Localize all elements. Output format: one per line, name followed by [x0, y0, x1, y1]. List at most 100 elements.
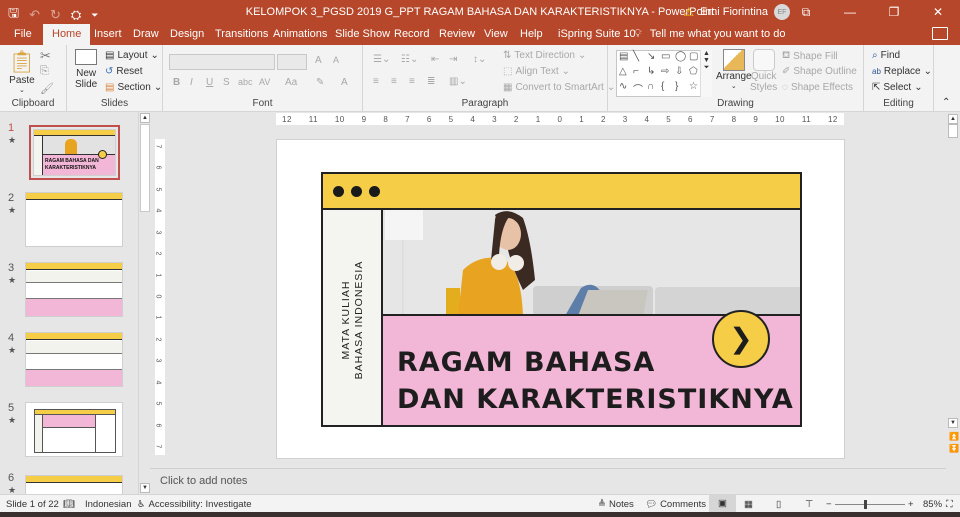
- restore-button[interactable]: ❐: [872, 0, 916, 24]
- cut-icon[interactable]: ✂: [40, 48, 51, 64]
- shapes-gallery[interactable]: ▤ ╲ ↘ ▭ ◯ ▢ △ ⌐ ↳ ⇨ ⇩ ⬠ ∿ ⌒ ∩{} ☆: [616, 50, 712, 97]
- language-indicator[interactable]: Indonesian: [85, 499, 131, 510]
- thumbnail[interactable]: [25, 475, 123, 495]
- zoom-level[interactable]: 85%: [923, 499, 942, 510]
- reading-view-button[interactable]: ▯: [776, 499, 781, 510]
- ribbon-display-icon[interactable]: ⧉: [784, 0, 828, 24]
- previous-slide-icon[interactable]: ⏫: [949, 432, 959, 441]
- spell-check-icon[interactable]: 📖︎: [63, 499, 75, 510]
- shape-option-icon[interactable]: ↳: [647, 66, 661, 81]
- font-name-combo[interactable]: [169, 54, 275, 70]
- user-account[interactable]: ⚠ Erni Fiorintina EF: [683, 4, 790, 20]
- reset-button[interactable]: ↺ Reset: [105, 66, 143, 77]
- convert-smartart-button[interactable]: ▦ Convert to SmartArt ⌄: [503, 82, 615, 93]
- columns-icon[interactable]: ▥⌄: [449, 76, 467, 87]
- tab-ispring[interactable]: iSpring Suite 10: [552, 24, 642, 45]
- thumbnail[interactable]: [25, 332, 123, 387]
- bullets-icon[interactable]: ☰⌄: [373, 54, 390, 65]
- tab-design[interactable]: Design: [164, 24, 210, 45]
- thumbnail[interactable]: RAGAM BAHASA DAN KARAKTERISTIKNYA: [29, 125, 120, 180]
- thumbnail[interactable]: [25, 262, 123, 317]
- thumbnail[interactable]: [25, 192, 123, 247]
- collapse-ribbon-icon[interactable]: ⌃: [942, 97, 950, 108]
- line-spacing-icon[interactable]: ↕⌄: [473, 54, 486, 65]
- comments-toggle[interactable]: 💬︎ Comments: [645, 499, 706, 510]
- underline-button[interactable]: U: [206, 77, 213, 88]
- align-left-icon[interactable]: ≡: [373, 76, 379, 87]
- course-label[interactable]: MATA KULIAH BAHASA INDONESIA: [340, 261, 366, 380]
- tab-record[interactable]: Record: [388, 24, 435, 45]
- warning-icon[interactable]: ⚠: [683, 5, 694, 19]
- normal-view-button[interactable]: ▣: [709, 495, 736, 512]
- user-name[interactable]: Erni Fiorintina: [700, 6, 768, 18]
- tab-transitions[interactable]: Transitions: [209, 24, 274, 45]
- tell-me-search[interactable]: 💡︎ Tell me what you want to do: [634, 24, 785, 45]
- tab-animations[interactable]: Animations: [267, 24, 333, 45]
- copy-icon[interactable]: ⎘: [40, 65, 49, 78]
- shape-option-icon[interactable]: ∩: [647, 81, 661, 96]
- shape-option-icon[interactable]: ⇨: [661, 66, 675, 81]
- tab-draw[interactable]: Draw: [127, 24, 165, 45]
- format-painter-icon[interactable]: 🖌︎: [40, 82, 54, 95]
- tab-slide-show[interactable]: Slide Show: [329, 24, 396, 45]
- tab-home[interactable]: Home: [43, 24, 91, 45]
- scroll-up-button[interactable]: ▲: [948, 114, 958, 124]
- paste-button[interactable]: 📋︎ Paste ⌄: [8, 49, 36, 94]
- align-right-icon[interactable]: ≡: [409, 76, 415, 87]
- shape-option-icon[interactable]: ∿: [619, 81, 633, 96]
- zoom-slider[interactable]: [835, 504, 905, 505]
- scroll-down-button[interactable]: ▼: [948, 418, 958, 428]
- strikethrough-button[interactable]: abc: [238, 77, 253, 87]
- scrollbar-thumb[interactable]: [948, 124, 958, 138]
- change-case-button[interactable]: Aa: [285, 77, 297, 88]
- font-color-button[interactable]: A: [341, 77, 348, 88]
- shape-option-icon[interactable]: {: [661, 81, 675, 96]
- tab-insert[interactable]: Insert: [88, 24, 128, 45]
- bold-button[interactable]: B: [173, 77, 180, 88]
- tab-view[interactable]: View: [478, 24, 514, 45]
- shape-option-icon[interactable]: ⌒: [633, 81, 647, 96]
- editor-scrollbar[interactable]: ▲ ▼ ⏫ ⏬: [946, 112, 960, 494]
- close-button[interactable]: ✕: [916, 0, 960, 24]
- highlight-icon[interactable]: ✎: [316, 77, 324, 88]
- tab-review[interactable]: Review: [433, 24, 481, 45]
- fit-to-window-icon[interactable]: ⛶: [946, 499, 953, 510]
- scroll-down-button[interactable]: ▼: [140, 483, 150, 493]
- text-direction-button[interactable]: ⇅ Text Direction ⌄: [503, 50, 586, 61]
- shape-option-icon[interactable]: ⌐: [633, 66, 647, 81]
- shape-option-icon[interactable]: ▤: [619, 51, 633, 66]
- minimize-button[interactable]: —: [828, 0, 872, 24]
- slide-title[interactable]: RAGAM BAHASA DAN KARAKTERISTIKNYA: [397, 344, 794, 418]
- next-slide-icon[interactable]: ⏬: [949, 444, 959, 453]
- grow-font-button[interactable]: A: [315, 55, 322, 66]
- scroll-up-button[interactable]: ▲: [140, 113, 150, 123]
- select-button[interactable]: ⇱ Select ⌄: [872, 82, 923, 93]
- justify-icon[interactable]: ≣: [427, 76, 435, 87]
- arrange-button[interactable]: Arrange ⌄: [716, 49, 752, 90]
- shrink-font-button[interactable]: A: [333, 55, 339, 65]
- tab-help[interactable]: Help: [514, 24, 549, 45]
- replace-button[interactable]: ab Replace ⌄: [872, 66, 932, 77]
- tab-file[interactable]: File: [8, 24, 38, 45]
- numbering-icon[interactable]: ☷⌄: [401, 54, 418, 65]
- comments-icon[interactable]: [932, 27, 948, 40]
- shape-option-icon[interactable]: △: [619, 66, 633, 81]
- italic-button[interactable]: I: [190, 77, 193, 88]
- quick-styles-button[interactable]: Quick Styles: [750, 49, 777, 93]
- shape-option-icon[interactable]: ◯: [675, 51, 689, 66]
- browser-frame-shape[interactable]: MATA KULIAH BAHASA INDONESIA ❯ RAGAM BAH…: [321, 172, 802, 427]
- find-button[interactable]: ⌕ Find: [872, 50, 900, 61]
- title-area[interactable]: ❯ RAGAM BAHASA DAN KARAKTERISTIKNYA: [383, 310, 800, 425]
- yellow-top-bar[interactable]: [323, 174, 800, 210]
- woman-with-laptop-photo[interactable]: [383, 210, 800, 316]
- shape-option-icon[interactable]: ╲: [633, 51, 647, 66]
- align-text-button[interactable]: ⬚ Align Text ⌄: [503, 66, 570, 77]
- shape-option-icon[interactable]: ▭: [661, 51, 675, 66]
- section-button[interactable]: ▤ Section ⌄: [105, 82, 162, 93]
- layout-button[interactable]: ▤ Layout ⌄: [105, 50, 159, 61]
- zoom-in-button[interactable]: +: [908, 499, 914, 510]
- slide-show-button[interactable]: ⊤: [805, 499, 813, 510]
- thumbnail-scrollbar[interactable]: ▲ ▼: [138, 112, 150, 494]
- notes-pane[interactable]: Click to add notes: [150, 468, 946, 494]
- shadow-button[interactable]: S: [223, 77, 230, 88]
